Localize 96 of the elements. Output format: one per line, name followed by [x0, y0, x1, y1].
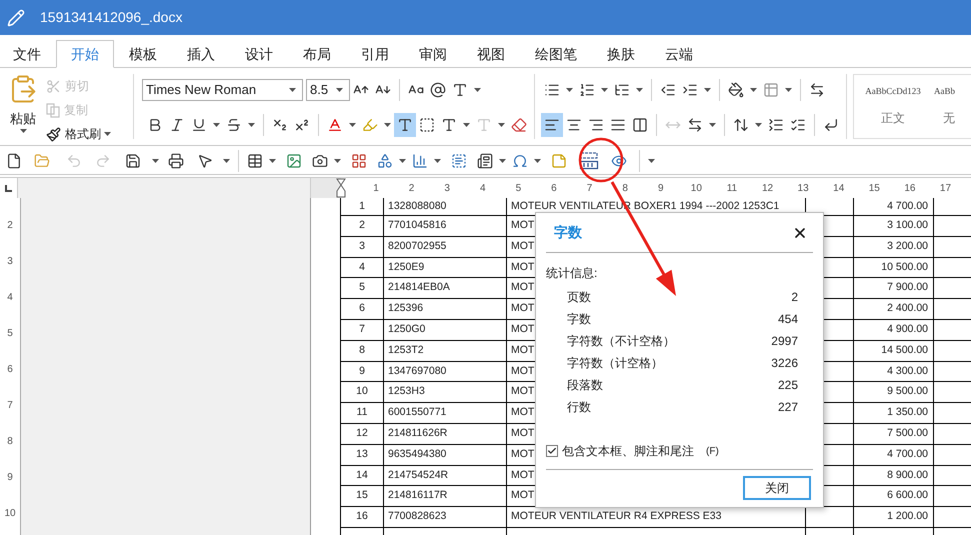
ruler-number: 13	[796, 182, 810, 196]
table-cell: 9635494380	[384, 444, 507, 465]
ribbon-tab[interactable]: 插入	[172, 40, 230, 68]
table-cell: 214814EB0A	[384, 278, 507, 298]
table-cell: 1253T2	[384, 340, 507, 361]
table-cell: 1 200.00	[854, 507, 934, 527]
table-cell: 125396	[384, 299, 507, 319]
ruler-number: 3	[443, 182, 451, 196]
ribbon-tab[interactable]: 布局	[288, 40, 346, 68]
ruler-number: 8	[621, 182, 629, 196]
ribbon-tab[interactable]: 换肤	[592, 40, 650, 68]
table-cell: 7	[341, 320, 384, 340]
ruler-number: 15	[868, 182, 881, 196]
ruler-number: 2	[7, 218, 13, 232]
ruler-number: 14	[832, 182, 846, 196]
ruler-number: 12	[760, 182, 774, 196]
table-cell: 7 500.00	[854, 424, 934, 444]
table-cell: 10	[341, 382, 384, 402]
window-title: 1591341412096_.docx	[40, 8, 182, 27]
table-cell: 12	[341, 424, 384, 444]
style-item[interactable]: AaBbCcDd123 正文	[854, 75, 932, 138]
close-dialog-button[interactable]: 关闭	[743, 476, 811, 500]
table-cell: 1 350.00	[854, 403, 934, 423]
table-cell: 16	[341, 507, 384, 527]
ruler-number: 7	[7, 398, 13, 412]
ruler-number: 3	[7, 254, 13, 268]
ruler-number: 16	[903, 182, 916, 196]
table-cell: 9 500.00	[854, 382, 934, 402]
ruler-number: 4	[7, 290, 13, 304]
table-cell: 2	[341, 216, 384, 236]
table-cell: 5	[341, 278, 384, 298]
table-cell: 3 100.00	[854, 216, 934, 236]
table-cell: 6 600.00	[854, 486, 934, 506]
table-cell: 214754524R	[384, 466, 507, 486]
table-cell: 7 900.00	[854, 278, 934, 298]
table-cell: 214816117R	[384, 486, 507, 506]
table-cell: 4 700.00	[854, 198, 934, 215]
ribbon-tab[interactable]: 绘图笔	[520, 40, 592, 68]
ribbon-tab[interactable]: 审阅	[404, 40, 462, 68]
table-cell: 4 700.00	[854, 444, 934, 465]
table-cell: 3	[341, 236, 384, 257]
table-cell: 15	[341, 486, 384, 506]
ruler-number: 10	[4, 506, 16, 520]
ruler-number: 5	[514, 182, 522, 196]
table-cell: 4 900.00	[854, 320, 934, 340]
ruler-number: 4	[478, 182, 487, 196]
ribbon-tab[interactable]: 设计	[230, 40, 288, 68]
table-cell: 4	[341, 258, 384, 278]
ruler-number: 2	[408, 182, 416, 196]
font-name-select[interactable]: Times New Roman	[142, 79, 303, 101]
table-cell: 8 900.00	[854, 466, 934, 486]
table-cell: 6	[341, 299, 384, 319]
table-cell: 14 500.00	[854, 340, 934, 361]
ribbon-tab[interactable]: 视图	[462, 40, 520, 68]
table-cell: 1250G0	[384, 320, 507, 340]
table-cell: 1328088080	[384, 198, 507, 215]
table-cell: 13	[341, 444, 384, 465]
ruler-number: 9	[656, 182, 665, 196]
table-cell: 2 400.00	[854, 299, 934, 319]
hotkey-label: (F)	[706, 444, 719, 458]
ruler-number: 6	[7, 362, 13, 376]
ruler-number: 10	[690, 182, 703, 196]
ribbon-tab[interactable]: 开始	[56, 40, 114, 68]
table-cell: 10 500.00	[854, 258, 934, 278]
ruler-number: 11	[726, 182, 738, 196]
ruler-number: 1	[372, 182, 380, 196]
font-size-select[interactable]: 8.5	[306, 79, 350, 101]
ruler-number: 8	[7, 434, 13, 448]
format-painter-button[interactable]: 格式刷	[46, 123, 101, 145]
table-cell: 214811626R	[384, 424, 507, 444]
table-cell: 7701045816	[384, 216, 507, 236]
style-item[interactable]: AaBb 无	[934, 75, 956, 138]
table-cell: 1253H3	[384, 382, 507, 402]
table-cell: 9	[341, 362, 384, 382]
table-cell: 8	[341, 340, 384, 361]
ruler-number: 5	[7, 326, 13, 340]
ribbon-tab[interactable]: 云端	[650, 40, 708, 68]
table-cell: 6001550771	[384, 403, 507, 423]
paste-button[interactable]: 粘贴	[0, 72, 46, 145]
ruler-number: 9	[7, 470, 13, 484]
table-cell: 8200702955	[384, 236, 507, 257]
table-cell: 1250E9	[384, 258, 507, 278]
checkbox-label: 包含文本框、脚注和尾注	[562, 443, 694, 460]
ribbon-tab[interactable]: 文件	[0, 40, 56, 68]
ruler-number: 17	[938, 182, 952, 196]
ruler-number: 7	[586, 182, 594, 196]
ribbon-tab[interactable]: 引用	[346, 40, 404, 68]
table-cell: 7700828623	[384, 507, 507, 527]
table-cell: 1	[341, 198, 384, 215]
table-cell: 3 200.00	[854, 236, 934, 257]
ruler-number: 6	[550, 182, 558, 196]
table-cell: 11	[341, 403, 384, 423]
table-cell: 14	[341, 466, 384, 486]
table-cell: 1347697080	[384, 362, 507, 382]
ribbon-tab[interactable]: 模板	[114, 40, 172, 68]
table-cell: 4 300.00	[854, 362, 934, 382]
